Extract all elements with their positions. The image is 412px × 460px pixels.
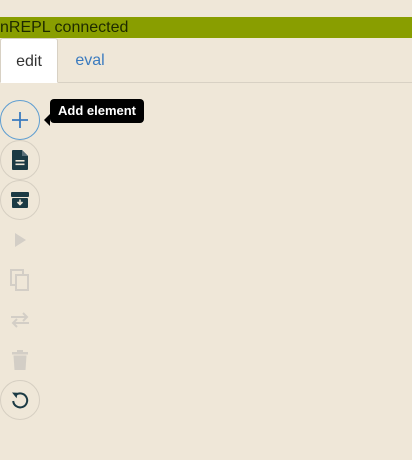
delete-button[interactable] (0, 340, 40, 380)
run-button[interactable] (0, 220, 40, 260)
tab-bar: edit eval (0, 38, 412, 83)
undo-button[interactable] (0, 380, 40, 420)
archive-button[interactable] (0, 180, 40, 220)
swap-icon (11, 312, 29, 328)
archive-icon (11, 192, 29, 208)
swap-button[interactable] (0, 300, 40, 340)
new-document-button[interactable] (0, 140, 40, 180)
plus-icon (12, 112, 28, 128)
tab-eval[interactable]: eval (58, 38, 122, 83)
copy-icon (10, 269, 29, 291)
tab-edit[interactable]: edit (0, 38, 58, 83)
add-element-button[interactable] (0, 100, 40, 140)
copy-button[interactable] (0, 260, 40, 300)
connection-status-text: nREPL connected (0, 19, 129, 36)
file-icon (12, 150, 28, 170)
trash-icon (12, 350, 28, 370)
add-element-tooltip: Add element (50, 99, 145, 123)
undo-icon (12, 392, 29, 409)
play-icon (15, 233, 26, 247)
connection-status-bar: nREPL connected (0, 17, 412, 38)
